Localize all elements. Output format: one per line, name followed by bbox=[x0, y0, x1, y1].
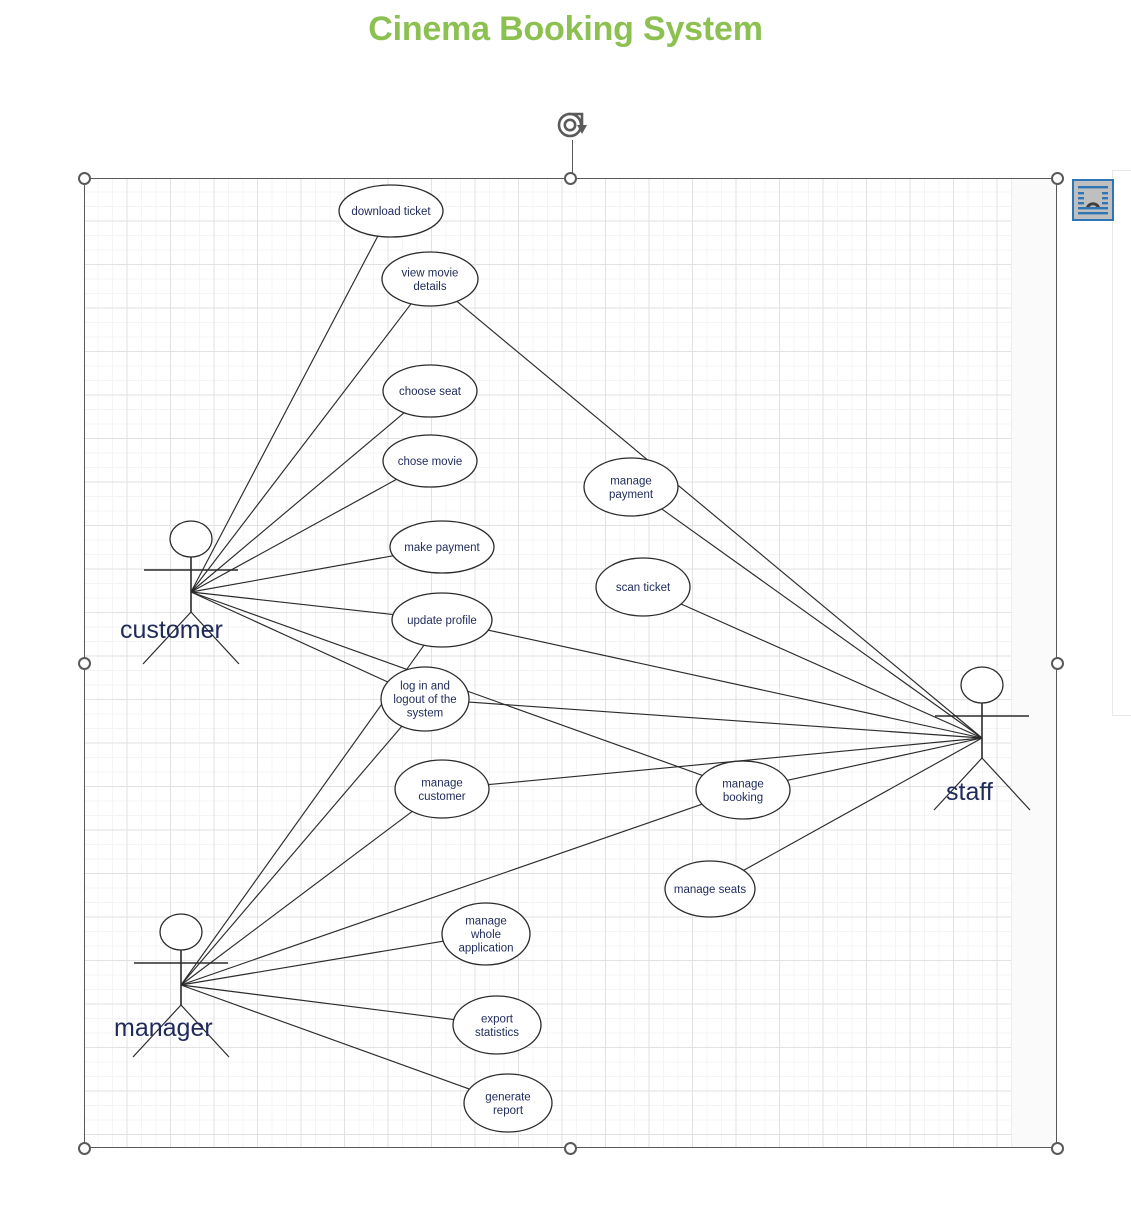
association-line[interactable] bbox=[787, 737, 983, 781]
use-case-label: export bbox=[481, 1013, 514, 1025]
use-case-manage-customer[interactable]: manage customer bbox=[394, 759, 490, 819]
use-case-chose-movie[interactable]: chose movie bbox=[382, 434, 478, 488]
use-case-label: details bbox=[413, 281, 446, 293]
handle-bottom-left[interactable] bbox=[78, 1142, 91, 1155]
use-case-download-ticket[interactable]: download ticket bbox=[338, 184, 444, 238]
use-case-make-payment[interactable]: make payment bbox=[389, 520, 495, 574]
actor-customer[interactable]: customer bbox=[120, 520, 240, 665]
handle-top-center[interactable] bbox=[564, 172, 577, 185]
handle-top-left[interactable] bbox=[78, 172, 91, 185]
use-case-label: manage bbox=[722, 778, 764, 790]
use-case-label: booking bbox=[723, 792, 763, 804]
association-line[interactable] bbox=[190, 303, 412, 593]
handle-bottom-center[interactable] bbox=[564, 1142, 577, 1155]
actor-manager[interactable]: manager bbox=[114, 913, 230, 1058]
actor-label-customer: customer bbox=[120, 616, 223, 644]
use-case-label: view movie bbox=[402, 267, 459, 279]
association-line[interactable] bbox=[180, 810, 413, 986]
use-case-label: statistics bbox=[475, 1027, 519, 1039]
text-wrap-icon bbox=[1074, 181, 1112, 219]
use-case-label: customer bbox=[418, 791, 465, 803]
use-case-update-profile[interactable]: update profile bbox=[391, 592, 493, 648]
use-case-manage-seats[interactable]: manage seats bbox=[664, 860, 756, 918]
association-line[interactable] bbox=[190, 478, 397, 593]
actor-label-manager: manager bbox=[114, 1014, 213, 1042]
layout-options-callout-panel bbox=[1112, 170, 1131, 716]
use-case-label: update profile bbox=[407, 615, 477, 627]
use-case-scan-ticket[interactable]: scan ticket bbox=[595, 557, 691, 617]
use-case-view-movie-details[interactable]: view movie details bbox=[381, 251, 479, 307]
use-case-label: make payment bbox=[404, 542, 480, 554]
use-case-label: manage seats bbox=[674, 884, 746, 896]
use-case-choose-seat[interactable]: choose seat bbox=[382, 364, 478, 418]
association-line[interactable] bbox=[680, 603, 983, 739]
handle-middle-right[interactable] bbox=[1051, 657, 1064, 670]
page-title: Cinema Booking System bbox=[368, 10, 763, 48]
association-line[interactable] bbox=[488, 629, 983, 739]
handle-bottom-right[interactable] bbox=[1051, 1142, 1064, 1155]
use-case-manage-payment[interactable]: manage payment bbox=[583, 457, 679, 517]
handle-top-right[interactable] bbox=[1051, 172, 1064, 185]
use-case-label: manage bbox=[610, 475, 652, 487]
use-case-manage-booking[interactable]: manage booking bbox=[695, 760, 791, 820]
use-case-label: chose movie bbox=[398, 456, 463, 468]
use-case-label: whole bbox=[470, 929, 501, 941]
association-line[interactable] bbox=[468, 701, 983, 739]
use-case-generate-report[interactable]: generate report bbox=[463, 1073, 553, 1133]
use-case-label: manage bbox=[421, 777, 463, 789]
use-case-label: log in and bbox=[400, 681, 450, 693]
association-line[interactable] bbox=[661, 508, 983, 739]
use-case-manage-whole-app[interactable]: managewhole application bbox=[441, 902, 531, 966]
use-case-label: download ticket bbox=[351, 206, 431, 218]
association-line[interactable] bbox=[190, 412, 405, 593]
association-line[interactable] bbox=[190, 555, 394, 593]
association-line[interactable] bbox=[190, 235, 379, 593]
use-case-label: system bbox=[407, 708, 443, 720]
actors-layer: customer staff manager bbox=[114, 520, 1031, 1058]
association-line[interactable] bbox=[180, 984, 454, 1021]
use-case-label: scan ticket bbox=[616, 582, 671, 594]
use-case-label: logout of the bbox=[393, 694, 456, 706]
use-case-diagram[interactable]: customer staff manager download ticket view… bbox=[84, 178, 1057, 1148]
actor-label-staff: staff bbox=[946, 778, 993, 806]
association-lines-layer bbox=[180, 235, 983, 1090]
use-case-label: payment bbox=[609, 489, 654, 501]
actor-staff[interactable]: staff bbox=[933, 666, 1031, 811]
use-case-label: generate bbox=[485, 1091, 530, 1103]
use-cases-layer: download ticket view movie details choose s… bbox=[338, 184, 791, 1133]
use-case-label: manage bbox=[465, 916, 507, 928]
diagram-canvas[interactable]: customer staff manager download ticket view… bbox=[84, 178, 1057, 1148]
use-case-label: choose seat bbox=[399, 386, 462, 398]
use-case-label: application bbox=[459, 943, 514, 955]
use-case-label: report bbox=[493, 1105, 524, 1117]
association-line[interactable] bbox=[180, 984, 470, 1090]
association-line[interactable] bbox=[456, 300, 983, 739]
use-case-export-statistics[interactable]: export statistics bbox=[452, 995, 542, 1055]
use-case-log-in-and-logout[interactable]: log in andlogout of the system bbox=[380, 666, 470, 732]
layout-options-button[interactable] bbox=[1072, 179, 1114, 221]
rotate-icon[interactable] bbox=[556, 110, 590, 142]
handle-middle-left[interactable] bbox=[78, 657, 91, 670]
association-line[interactable] bbox=[180, 803, 703, 986]
